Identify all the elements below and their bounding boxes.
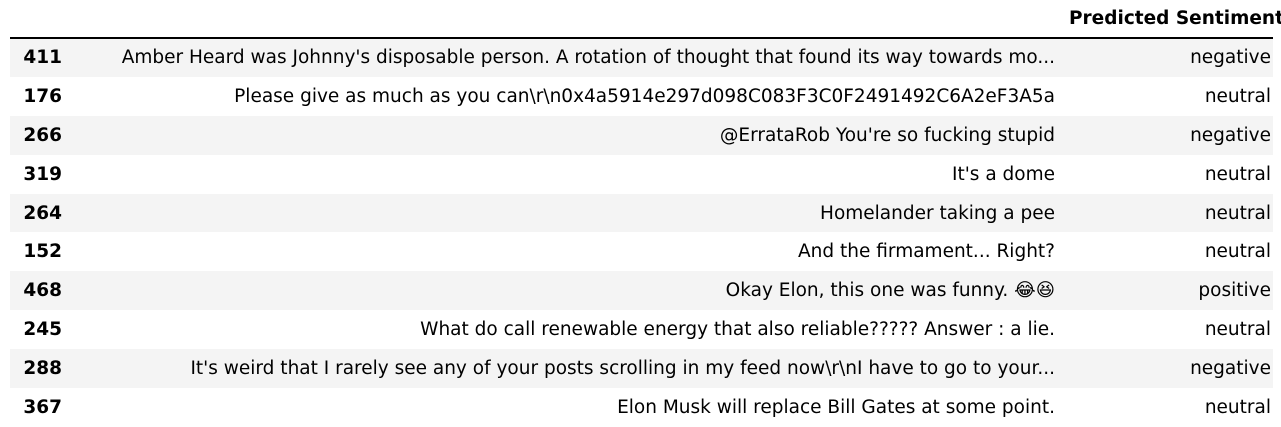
row-sentiment: neutral [1204, 202, 1271, 224]
header-row: Predicted Sentiment [10, 0, 1281, 39]
row-sentiment: negative [1190, 124, 1271, 146]
row-index: 367 [23, 396, 62, 418]
row-text: And the firmament... Right? [798, 241, 1055, 263]
sentiment-table: Predicted Sentiment 411 Amber Heard was … [10, 0, 1281, 427]
row-index: 319 [23, 163, 62, 185]
row-text: Elon Musk will replace Bill Gates at som… [617, 396, 1055, 418]
row-text: Okay Elon, this one was funny. 😂😆 [725, 280, 1055, 302]
row-index: 264 [23, 202, 62, 224]
row-text: Amber Heard was Johnny's disposable pers… [121, 47, 1055, 69]
row-text: It's a dome [952, 163, 1055, 185]
table-row: 264 Homelander taking a pee neutral [10, 193, 1273, 233]
row-sentiment: negative [1190, 358, 1271, 380]
table-row: 468 Okay Elon, this one was funny. 😂😆 po… [10, 271, 1273, 311]
row-text: What do call renewable energy that also … [420, 319, 1055, 341]
table-row: 152 And the firmament... Right? neutral [10, 232, 1273, 272]
row-index: 288 [23, 358, 62, 380]
header-predicted-sentiment: Predicted Sentiment [1069, 0, 1281, 39]
row-sentiment: neutral [1204, 396, 1271, 418]
row-index: 245 [23, 319, 62, 341]
row-sentiment: neutral [1204, 241, 1271, 263]
row-index: 468 [23, 280, 62, 302]
table-row: 288 It's weird that I rarely see any of … [10, 349, 1273, 389]
row-text: It's weird that I rarely see any of your… [190, 358, 1055, 380]
header-index [10, 0, 69, 39]
table-row: 245 What do call renewable energy that a… [10, 310, 1273, 350]
table-row: 176 Please give as much as you can\r\n0x… [10, 76, 1273, 116]
sentiment-table-container: Predicted Sentiment 411 Amber Heard was … [10, 0, 1281, 427]
table-row: 266 @ErrataRob You're so fucking stupid … [10, 115, 1273, 155]
table-row: 411 Amber Heard was Johnny's disposable … [10, 38, 1273, 77]
row-sentiment: positive [1198, 280, 1271, 302]
row-index: 152 [23, 241, 62, 263]
row-text: @ErrataRob You're so fucking stupid [719, 124, 1055, 146]
row-text: Please give as much as you can\r\n0x4a59… [234, 85, 1055, 107]
row-index: 176 [23, 85, 62, 107]
row-text: Homelander taking a pee [820, 202, 1055, 224]
row-sentiment: neutral [1204, 319, 1271, 341]
row-sentiment: negative [1190, 47, 1271, 69]
row-sentiment: neutral [1204, 85, 1271, 107]
header-text [69, 0, 1069, 39]
table-row: 367 Elon Musk will replace Bill Gates at… [10, 388, 1273, 427]
table-row: 319 It's a dome neutral [10, 154, 1273, 194]
row-index: 266 [23, 124, 62, 146]
row-sentiment: neutral [1204, 163, 1271, 185]
row-index: 411 [23, 47, 62, 69]
